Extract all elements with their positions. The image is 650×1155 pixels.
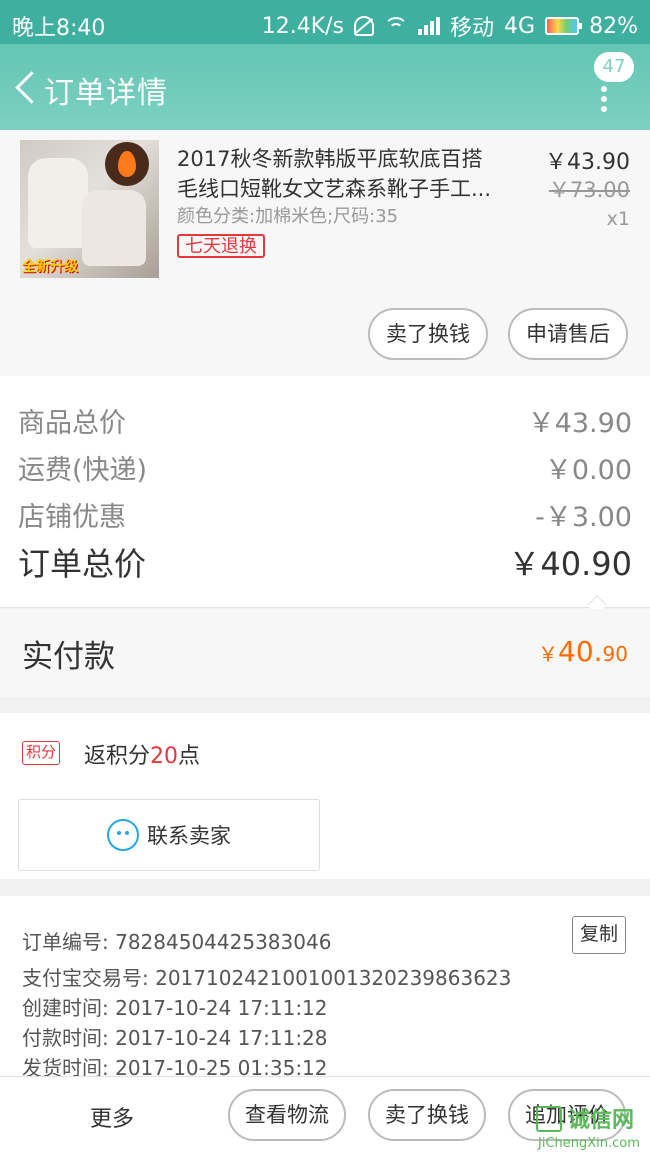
chat-face-icon	[107, 819, 139, 851]
signal-icon	[418, 17, 441, 35]
sell-for-cash-button[interactable]: 卖了换钱	[368, 308, 488, 360]
message-count-badge[interactable]: 47	[594, 52, 634, 82]
order-info: 订单编号: 78284504425383046 复制 支付宝交易号: 20171…	[0, 896, 650, 1080]
summary-value: -￥3.00	[535, 501, 632, 533]
boot-image-right	[82, 190, 146, 266]
seven-day-return-tag: 七天退换	[177, 234, 265, 258]
more-button[interactable]: 更多	[90, 1101, 134, 1133]
points-section: 积分 返积分20点 联系卖家	[0, 713, 650, 879]
back-arrow-icon[interactable]	[12, 70, 38, 104]
currency-symbol: ￥	[538, 642, 559, 666]
actual-payment-label: 实付款	[22, 639, 115, 675]
wifi-icon	[384, 17, 409, 35]
summary-row-discount: 店铺优惠 -￥3.00	[18, 494, 632, 534]
summary-row-goods: 商品总价 ￥43.90	[18, 400, 632, 440]
summary-label: 运费(快递)	[18, 454, 148, 486]
product-title-line2: 毛线口短靴女文艺森系靴子手工...	[177, 177, 492, 201]
order-total-label: 订单总价	[18, 545, 147, 583]
points-suffix: 点	[178, 744, 201, 769]
contact-seller-button[interactable]: 联系卖家	[18, 799, 320, 871]
flame-icon	[105, 142, 149, 186]
points-prefix: 返积分	[84, 744, 151, 769]
points-tag: 积分	[22, 741, 61, 765]
summary-divider	[0, 607, 650, 608]
payment-major: 40.	[558, 635, 603, 668]
network-type: 4G	[504, 13, 536, 39]
points-text: 返积分20点	[84, 738, 200, 770]
watermark-logo-icon	[536, 1106, 562, 1132]
image-upgrade-tag: 全新升级	[22, 259, 78, 275]
status-time: 晚上8:40	[12, 16, 106, 41]
product-title-line1: 2017秋冬新款韩版平底软底百搭	[177, 147, 483, 171]
summary-value: ￥43.90	[527, 407, 632, 439]
copy-button[interactable]: 复制	[572, 916, 626, 954]
net-speed: 12.4K/s	[261, 13, 345, 39]
view-logistics-button[interactable]: 查看物流	[228, 1089, 346, 1141]
summary-label: 店铺优惠	[18, 501, 126, 533]
summary-row-total: 订单总价 ￥40.90	[18, 542, 632, 583]
product-title[interactable]: 2017秋冬新款韩版平底软底百搭 毛线口短靴女文艺森系靴子手工...	[177, 144, 517, 204]
payment-minor: 90	[602, 642, 628, 666]
site-watermark: 诚信网 JiChengXin.com	[532, 1098, 650, 1155]
paid-time: 付款时间: 2017-10-24 17:11:28	[22, 1026, 328, 1050]
battery-icon	[545, 17, 583, 35]
summary-value: ￥0.00	[544, 454, 632, 486]
order-number: 订单编号: 78284504425383046	[22, 930, 332, 954]
status-right: 12.4K/s 移动 4G 82%	[262, 10, 638, 42]
vertical-dots-icon	[601, 86, 607, 112]
status-bar: 晚上8:40 12.4K/s 移动 4G 82%	[0, 0, 650, 44]
product-thumbnail[interactable]: 全新升级	[20, 140, 159, 278]
contact-seller-label: 联系卖家	[147, 824, 231, 848]
summary-label: 商品总价	[18, 407, 126, 439]
price-summary: 商品总价 ￥43.90 运费(快递) ￥0.00 店铺优惠 -￥3.00 订单总…	[0, 376, 650, 608]
points-count: 20	[150, 744, 179, 769]
apply-after-sale-button[interactable]: 申请售后	[508, 308, 628, 360]
order-total-value: ￥40.90	[508, 545, 632, 583]
page-title: 订单详情	[44, 76, 168, 111]
actual-payment-value: ￥40.90	[538, 635, 628, 668]
carrier-label: 移动	[450, 16, 495, 41]
sell-for-cash-bottom-button[interactable]: 卖了换钱	[368, 1089, 486, 1141]
summary-row-shipping: 运费(快递) ￥0.00	[18, 447, 632, 487]
battery-percent: 82%	[589, 13, 638, 39]
boot-image-left	[28, 158, 88, 248]
alipay-trade-number: 支付宝交易号: 2017102421001001320239863623	[22, 966, 512, 990]
actual-payment: 实付款 ￥40.90	[0, 609, 650, 697]
watermark-url: JiChengXin.com	[538, 1136, 640, 1151]
watermark-text: 诚信网	[568, 1108, 635, 1133]
product-quantity: x1	[606, 208, 630, 230]
mute-bell-icon	[354, 16, 375, 36]
product-card[interactable]: 全新升级 2017秋冬新款韩版平底软底百搭 毛线口短靴女文艺森系靴子手工... …	[0, 130, 650, 376]
product-spec: 颜色分类:加棉米色;尺码:35	[177, 206, 399, 227]
app-header: 订单详情 47	[0, 44, 650, 130]
product-price: ￥43.90	[545, 150, 630, 175]
created-time: 创建时间: 2017-10-24 17:11:12	[22, 996, 328, 1020]
product-original-price: ￥73.00	[548, 178, 630, 202]
